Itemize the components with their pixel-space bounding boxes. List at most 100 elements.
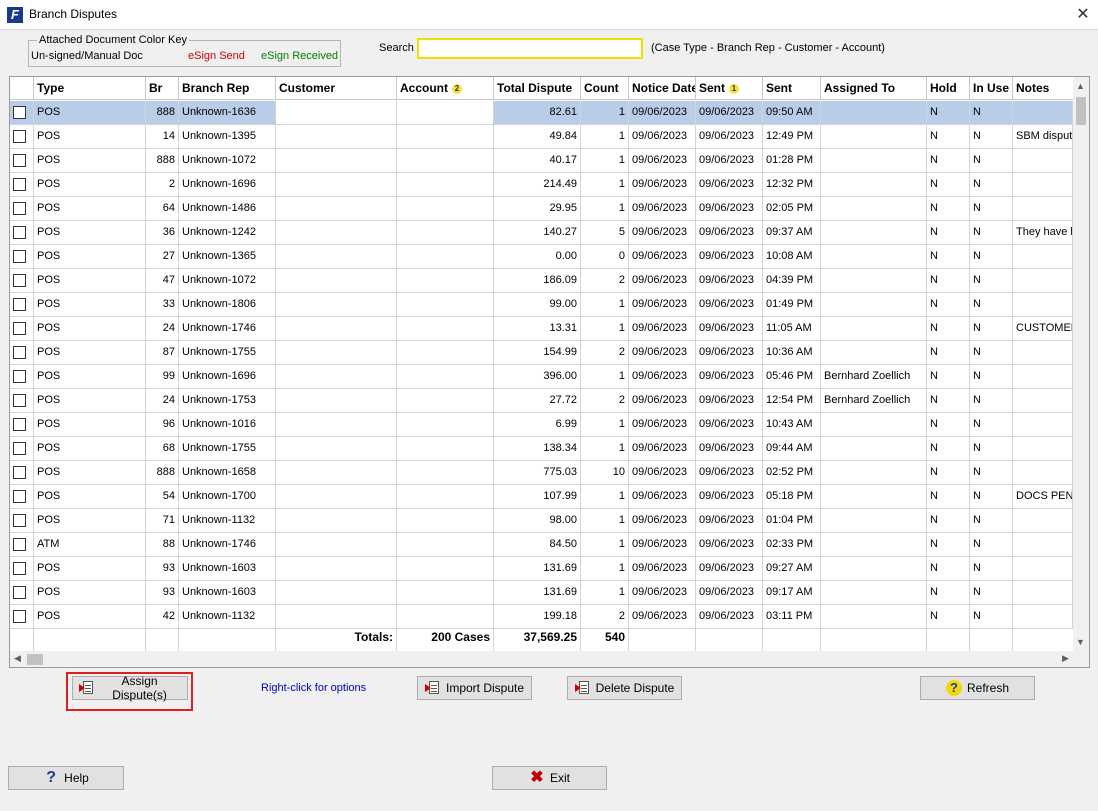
scroll-left-icon[interactable]: ◀ xyxy=(14,653,21,664)
row-select-checkbox[interactable] xyxy=(13,514,26,527)
col-header-type[interactable]: Type xyxy=(34,77,146,100)
row-checkbox[interactable] xyxy=(10,341,34,365)
cell-hold: N xyxy=(927,365,970,389)
import-dispute-button[interactable]: Import Dispute xyxy=(417,676,532,700)
row-checkbox[interactable] xyxy=(10,509,34,533)
table-row[interactable]: POS 27 Unknown-1365 0.00 0 09/06/2023 09/06/20… xyxy=(10,245,1073,269)
row-select-checkbox[interactable] xyxy=(13,370,26,383)
row-checkbox[interactable] xyxy=(10,389,34,413)
row-checkbox[interactable] xyxy=(10,437,34,461)
cell-customer xyxy=(276,101,397,125)
col-header-in-use[interactable]: In Use xyxy=(970,77,1013,100)
close-icon[interactable]: ✕ xyxy=(1068,0,1098,30)
row-select-checkbox[interactable] xyxy=(13,154,26,167)
scroll-up-icon[interactable]: ▲ xyxy=(1076,81,1085,91)
horizontal-scrollbar[interactable]: ◀ ▶ xyxy=(10,651,1089,667)
cell-total-dispute: 49.84 xyxy=(494,125,581,149)
row-checkbox[interactable] xyxy=(10,197,34,221)
row-checkbox[interactable] xyxy=(10,557,34,581)
row-checkbox[interactable] xyxy=(10,149,34,173)
row-checkbox[interactable] xyxy=(10,245,34,269)
row-select-checkbox[interactable] xyxy=(13,106,26,119)
row-checkbox[interactable] xyxy=(10,461,34,485)
scroll-down-icon[interactable]: ▼ xyxy=(1076,637,1085,647)
help-button[interactable]: ? Help xyxy=(8,766,124,790)
table-row[interactable]: POS 24 Unknown-1746 13.31 1 09/06/2023 09/06/2… xyxy=(10,317,1073,341)
col-header-total-dispute[interactable]: Total Dispute xyxy=(494,77,581,100)
table-row[interactable]: POS 888 Unknown-1658 775.03 10 09/06/2023 09/0… xyxy=(10,461,1073,485)
row-select-checkbox[interactable] xyxy=(13,346,26,359)
row-checkbox[interactable] xyxy=(10,365,34,389)
col-header-sent-date[interactable]: Sent 1 xyxy=(696,77,763,100)
row-checkbox[interactable] xyxy=(10,581,34,605)
col-header-branch-rep[interactable]: Branch Rep xyxy=(179,77,276,100)
table-row[interactable]: POS 96 Unknown-1016 6.99 1 09/06/2023 09/06/20… xyxy=(10,413,1073,437)
table-row[interactable]: POS 24 Unknown-1753 27.72 2 09/06/2023 09/06/2… xyxy=(10,389,1073,413)
search-input[interactable] xyxy=(417,38,643,59)
table-row[interactable]: POS 93 Unknown-1603 131.69 1 09/06/2023 09/06/… xyxy=(10,581,1073,605)
col-header-select[interactable] xyxy=(10,77,34,100)
exit-button[interactable]: ✖ Exit xyxy=(492,766,607,790)
row-checkbox[interactable] xyxy=(10,293,34,317)
cell-assigned-to xyxy=(821,437,927,461)
table-row[interactable]: POS 54 Unknown-1700 107.99 1 09/06/2023 09/06/… xyxy=(10,485,1073,509)
row-select-checkbox[interactable] xyxy=(13,226,26,239)
row-checkbox[interactable] xyxy=(10,485,34,509)
table-row[interactable]: POS 888 Unknown-1636 82.61 1 09/06/2023 09/06/… xyxy=(10,101,1073,125)
vertical-scrollbar[interactable]: ▲ ▼ xyxy=(1073,77,1089,651)
table-row[interactable]: POS 33 Unknown-1806 99.00 1 09/06/2023 09/06/2… xyxy=(10,293,1073,317)
row-select-checkbox[interactable] xyxy=(13,442,26,455)
row-checkbox[interactable] xyxy=(10,221,34,245)
row-select-checkbox[interactable] xyxy=(13,274,26,287)
row-checkbox[interactable] xyxy=(10,533,34,557)
row-checkbox[interactable] xyxy=(10,173,34,197)
totals-spacer xyxy=(927,625,970,651)
row-checkbox[interactable] xyxy=(10,101,34,125)
table-row[interactable]: POS 71 Unknown-1132 98.00 1 09/06/2023 09/06/2… xyxy=(10,509,1073,533)
row-select-checkbox[interactable] xyxy=(13,562,26,575)
row-select-checkbox[interactable] xyxy=(13,586,26,599)
row-select-checkbox[interactable] xyxy=(13,130,26,143)
col-header-assigned-to[interactable]: Assigned To xyxy=(821,77,927,100)
table-row[interactable]: POS 64 Unknown-1486 29.95 1 09/06/2023 09/06/2… xyxy=(10,197,1073,221)
scroll-right-icon[interactable]: ▶ xyxy=(1062,653,1069,664)
row-checkbox[interactable] xyxy=(10,413,34,437)
col-header-customer[interactable]: Customer xyxy=(276,77,397,100)
row-checkbox[interactable] xyxy=(10,125,34,149)
row-select-checkbox[interactable] xyxy=(13,466,26,479)
table-row[interactable]: POS 14 Unknown-1395 49.84 1 09/06/2023 09/06/2… xyxy=(10,125,1073,149)
vertical-scroll-thumb[interactable] xyxy=(1076,97,1086,125)
row-select-checkbox[interactable] xyxy=(13,394,26,407)
table-row[interactable]: POS 36 Unknown-1242 140.27 5 09/06/2023 09/06/… xyxy=(10,221,1073,245)
table-row[interactable]: POS 87 Unknown-1755 154.99 2 09/06/2023 09/06/… xyxy=(10,341,1073,365)
row-checkbox[interactable] xyxy=(10,317,34,341)
delete-dispute-button[interactable]: Delete Dispute xyxy=(567,676,682,700)
refresh-button[interactable]: ? Refresh xyxy=(920,676,1035,700)
table-row[interactable]: POS 93 Unknown-1603 131.69 1 09/06/2023 09/06/… xyxy=(10,557,1073,581)
col-header-notice-date[interactable]: Notice Date xyxy=(629,77,696,100)
row-select-checkbox[interactable] xyxy=(13,250,26,263)
table-row[interactable]: POS 99 Unknown-1696 396.00 1 09/06/2023 09/06/… xyxy=(10,365,1073,389)
row-select-checkbox[interactable] xyxy=(13,178,26,191)
row-checkbox[interactable] xyxy=(10,269,34,293)
row-select-checkbox[interactable] xyxy=(13,418,26,431)
table-row[interactable]: POS 68 Unknown-1755 138.34 1 09/06/2023 09/06/… xyxy=(10,437,1073,461)
col-header-notes[interactable]: Notes xyxy=(1013,77,1073,100)
table-row[interactable]: POS 47 Unknown-1072 186.09 2 09/06/2023 09/06/… xyxy=(10,269,1073,293)
row-select-checkbox[interactable] xyxy=(13,202,26,215)
table-row[interactable]: ATM 88 Unknown-1746 84.50 1 09/06/2023 09/06/2… xyxy=(10,533,1073,557)
col-header-br[interactable]: Br xyxy=(146,77,179,100)
row-select-checkbox[interactable] xyxy=(13,322,26,335)
assign-disputes-button[interactable]: Assign Dispute(s) xyxy=(72,674,188,702)
col-header-hold[interactable]: Hold xyxy=(927,77,970,100)
horizontal-scroll-thumb[interactable] xyxy=(27,654,43,665)
row-select-checkbox[interactable] xyxy=(13,610,26,623)
col-header-count[interactable]: Count xyxy=(581,77,629,100)
row-select-checkbox[interactable] xyxy=(13,298,26,311)
col-header-account[interactable]: Account 2 xyxy=(397,77,494,100)
table-row[interactable]: POS 888 Unknown-1072 40.17 1 09/06/2023 09/06/… xyxy=(10,149,1073,173)
row-select-checkbox[interactable] xyxy=(13,538,26,551)
table-row[interactable]: POS 2 Unknown-1696 214.49 1 09/06/2023 09/06/2… xyxy=(10,173,1073,197)
col-header-sent-time[interactable]: Sent xyxy=(763,77,821,100)
row-select-checkbox[interactable] xyxy=(13,490,26,503)
